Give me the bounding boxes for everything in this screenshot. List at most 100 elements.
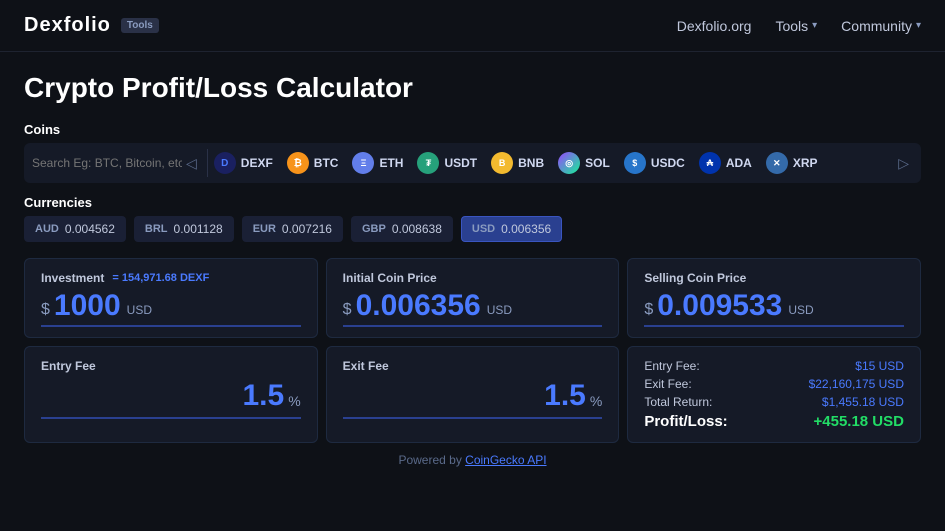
summary-exit-fee-value: $22,160,175 USD (809, 377, 904, 391)
summary-entry-fee-label: Entry Fee: (644, 359, 699, 373)
dexf-icon: D (214, 152, 236, 174)
selling-price-value[interactable]: 0.009533 (657, 291, 782, 321)
exit-fee-value[interactable]: 1.5 (544, 379, 586, 413)
bnb-icon: B (491, 152, 513, 174)
nav-link-tools[interactable]: Tools ▾ (775, 18, 817, 34)
summary-exit-fee-row: Exit Fee: $22,160,175 USD (644, 377, 904, 391)
coin-item-btc[interactable]: ₿ BTC (287, 152, 339, 174)
currencies-row: AUD 0.004562 BRL 0.001128 EUR 0.007216 G… (24, 216, 921, 242)
sol-label: SOL (585, 156, 610, 170)
brl-value: 0.001128 (174, 222, 223, 236)
investment-label: Investment = 154,971.68 DEXF (41, 271, 301, 285)
scroll-right-icon[interactable]: ▷ (894, 155, 913, 172)
selling-price-card: Selling Coin Price $ 0.009533 USD (627, 258, 921, 338)
initial-price-unit: USD (487, 303, 512, 321)
initial-price-label: Initial Coin Price (343, 271, 603, 285)
coin-item-xrp[interactable]: ✕ XRP (766, 152, 818, 174)
nav-link-community[interactable]: Community ▾ (841, 18, 921, 34)
btc-label: BTC (314, 156, 339, 170)
pnl-value: +455.18 USD (814, 413, 904, 430)
currency-gbp[interactable]: GBP 0.008638 (351, 216, 453, 242)
dexf-label: DEXF (241, 156, 273, 170)
usdc-label: USDC (651, 156, 685, 170)
summary-card: Entry Fee: $15 USD Exit Fee: $22,160,175… (627, 346, 921, 443)
coins-scroll: D DEXF ₿ BTC Ξ ETH ₮ USDT B BNB ◎ SOL (214, 152, 894, 174)
eth-label: ETH (379, 156, 403, 170)
community-label: Community (841, 18, 912, 34)
investment-unit: USD (127, 303, 152, 321)
investment-card: Investment = 154,971.68 DEXF $ 1000 USD (24, 258, 318, 338)
investment-value[interactable]: 1000 (54, 291, 121, 321)
coins-row: ◁ D DEXF ₿ BTC Ξ ETH ₮ USDT B BNB (24, 143, 921, 183)
initial-price-card: Initial Coin Price $ 0.006356 USD (326, 258, 620, 338)
footer-text: Powered by (398, 453, 465, 467)
investment-input-row: $ 1000 USD (41, 291, 301, 327)
exit-fee-card: Exit Fee 1.5 % (326, 346, 620, 443)
aud-code: AUD (35, 223, 59, 235)
nav-right: Dexfolio.org Tools ▾ Community ▾ (677, 18, 921, 34)
footer: Powered by CoinGecko API (24, 443, 921, 471)
gbp-value: 0.008638 (392, 222, 442, 236)
entry-fee-card: Entry Fee 1.5 % (24, 346, 318, 443)
selling-price-input-row: $ 0.009533 USD (644, 291, 904, 327)
exit-fee-unit: % (590, 393, 602, 413)
coin-item-ada[interactable]: ₳ ADA (699, 152, 752, 174)
tools-chevron-icon: ▾ (812, 20, 817, 31)
nav-left: Dexfolio Tools (24, 14, 159, 37)
xrp-icon: ✕ (766, 152, 788, 174)
summary-entry-fee-value: $15 USD (855, 359, 904, 373)
exit-fee-label: Exit Fee (343, 359, 603, 373)
coin-item-eth[interactable]: Ξ ETH (352, 152, 403, 174)
search-input[interactable] (32, 156, 182, 170)
selling-prefix: $ (644, 301, 653, 321)
coin-item-usdt[interactable]: ₮ USDT (417, 152, 477, 174)
eur-value: 0.007216 (282, 222, 332, 236)
gbp-code: GBP (362, 223, 386, 235)
coin-item-sol[interactable]: ◎ SOL (558, 152, 610, 174)
coins-section-label: Coins (24, 122, 921, 137)
summary-pnl-row: Profit/Loss: +455.18 USD (644, 413, 904, 430)
coingecko-link[interactable]: CoinGecko API (465, 453, 546, 467)
ada-label: ADA (726, 156, 752, 170)
page-title: Crypto Profit/Loss Calculator (24, 72, 921, 104)
coin-item-bnb[interactable]: B BNB (491, 152, 544, 174)
exit-fee-input-row: 1.5 % (343, 379, 603, 419)
eth-icon: Ξ (352, 152, 374, 174)
initial-prefix: $ (343, 301, 352, 321)
currency-brl[interactable]: BRL 0.001128 (134, 216, 234, 242)
main-content: Crypto Profit/Loss Calculator Coins ◁ D … (0, 52, 945, 487)
summary-total-return-label: Total Return: (644, 395, 712, 409)
entry-fee-unit: % (288, 393, 300, 413)
currency-eur[interactable]: EUR 0.007216 (242, 216, 343, 242)
summary-exit-fee-label: Exit Fee: (644, 377, 691, 391)
aud-value: 0.004562 (65, 222, 115, 236)
xrp-label: XRP (793, 156, 818, 170)
pnl-label: Profit/Loss: (644, 413, 727, 430)
entry-fee-label: Entry Fee (41, 359, 301, 373)
coin-item-usdc[interactable]: $ USDC (624, 152, 685, 174)
currency-aud[interactable]: AUD 0.004562 (24, 216, 126, 242)
usdt-icon: ₮ (417, 152, 439, 174)
eur-code: EUR (253, 223, 276, 235)
selling-price-label: Selling Coin Price (644, 271, 904, 285)
navbar: Dexfolio Tools Dexfolio.org Tools ▾ Comm… (0, 0, 945, 52)
usdt-label: USDT (444, 156, 477, 170)
ada-icon: ₳ (699, 152, 721, 174)
usd-value: 0.006356 (501, 222, 551, 236)
coins-divider (207, 149, 208, 177)
logo: Dexfolio (24, 14, 111, 37)
sol-icon: ◎ (558, 152, 580, 174)
coin-item-dexf[interactable]: D DEXF (214, 152, 273, 174)
investment-hint: = 154,971.68 DEXF (112, 272, 209, 284)
currency-usd[interactable]: USD 0.006356 (461, 216, 562, 242)
nav-link-dexfolio[interactable]: Dexfolio.org (677, 18, 752, 34)
entry-fee-input-row: 1.5 % (41, 379, 301, 419)
scroll-left-icon[interactable]: ◁ (182, 155, 201, 172)
entry-fee-value[interactable]: 1.5 (242, 379, 284, 413)
summary-entry-fee-row: Entry Fee: $15 USD (644, 359, 904, 373)
usdc-icon: $ (624, 152, 646, 174)
selling-price-unit: USD (788, 303, 813, 321)
initial-price-value[interactable]: 0.006356 (356, 291, 481, 321)
calculator-grid: Investment = 154,971.68 DEXF $ 1000 USD … (24, 258, 921, 443)
summary-total-return-row: Total Return: $1,455.18 USD (644, 395, 904, 409)
